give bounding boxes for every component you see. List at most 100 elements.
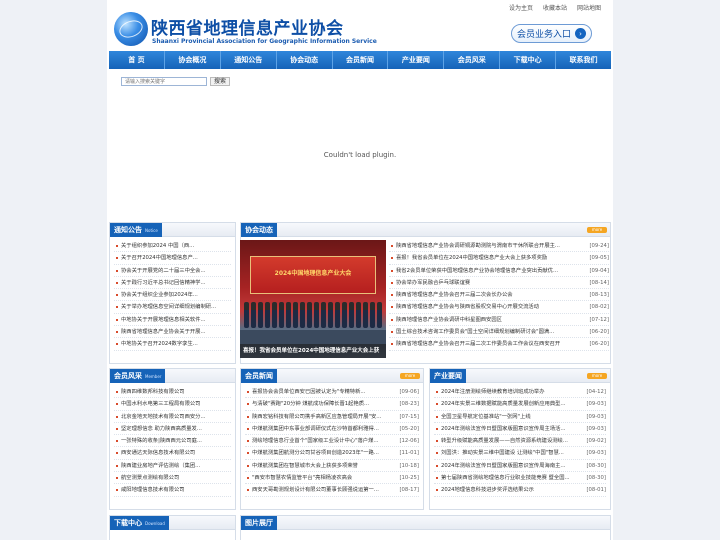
notice-item-title[interactable]: 协会关于组织企业参加2024年... (121, 289, 198, 300)
notice-item-title[interactable]: 关于举办地理信息空间详细规划编制研... (121, 301, 216, 312)
notice-item-title[interactable]: 协会关于开展党的二十届三中全会... (121, 265, 206, 276)
notice-item-title[interactable]: 关于召开2024中国地理信息产... (121, 252, 198, 263)
member-style-item-title[interactable]: 北京金地天地技术有限公司西安分... (121, 411, 206, 422)
notice-item[interactable]: 关于召开2024中国地理信息产... (114, 252, 231, 265)
member-news-item-title[interactable]: 测绘地理信息行业首个"国家级工业设计中心"落户煤... (252, 435, 378, 446)
dynamics-item[interactable]: 陕西省地理信息产业协会调研铜源勘测院与渭南市干休所联合开展主... [09-24] (389, 240, 609, 253)
nav-home[interactable]: 首 页 (109, 51, 165, 69)
member-style-item-title[interactable]: 中国水利水电第三工程局有限公司 (121, 398, 200, 409)
dynamics-item-title[interactable]: 陕西省地理信息产业协会召开三届二次工作委员会工作会议在西安召开 (396, 338, 560, 349)
industry-news-item-title[interactable]: 全国卫星导航定位基准站"一张网"上线 (441, 411, 531, 422)
member-style-item-title[interactable]: 一张特殊的收条|陕西西元公司庭... (121, 435, 202, 446)
dynamics-item-title[interactable]: 协会举办军民融合乒乓球联谊赛 (396, 277, 470, 288)
member-style-item-title[interactable]: 西安通达天际信息技术有限公司 (121, 447, 195, 458)
dynamics-item[interactable]: 国土综合技术咨询工作委员会"国土空间详细规划编制研讨会"圆满... [06-20] (389, 326, 609, 339)
member-style-item[interactable]: 一张特殊的收条|陕西西元公司庭... (114, 435, 231, 448)
dynamics-item[interactable]: 陕西省地理信息产业协会与陕西省股权交易中心开展交流活动 [08-02] (389, 301, 609, 314)
industry-news-item-title[interactable]: 转型升级赋能高质量发展——自然资源系统建设测绘... (441, 435, 568, 446)
dynamics-item-title[interactable]: 我省2会员单位荣获中国地理信息产业协会地理信息产业突出贡献优... (396, 265, 558, 276)
industry-news-item[interactable]: 第七届陕西省测绘地理信息行业职业技能竞赛 暨全国... [08-30] (434, 472, 606, 485)
notice-item[interactable]: 中地协关于召开2024数字孪生... (114, 338, 231, 351)
member-news-item[interactable]: "西安市智慧农情监管平台"亮相杨凌农高会 [10-25] (245, 472, 419, 485)
dynamics-item-title[interactable]: 陕西省地理信息产业协会调研铜源勘测院与渭南市干休所联合开展主... (396, 240, 560, 251)
member-entry-button[interactable]: 会员业务入口 › (511, 24, 592, 43)
member-style-item-title[interactable]: 咸阳地理信息技术有限公司 (121, 484, 185, 495)
member-style-item[interactable]: 北京金地天地技术有限公司西安分... (114, 411, 231, 423)
dynamics-item[interactable]: 我省2会员单位荣获中国地理信息产业协会地理信息产业突出贡献优... [09-04] (389, 265, 609, 277)
member-style-item[interactable]: 坚定理想信念 助力陕西高质量发... (114, 423, 231, 436)
member-style-item[interactable]: 咸阳地理信息技术有限公司 (114, 484, 231, 497)
dynamics-item[interactable]: 陕西省地理信息产业协会召开三届二次工作委员会工作会议在西安召开 [06-20] (389, 338, 609, 351)
member-news-item-title[interactable]: 陕西宏铭科技有限公司携手高新区应急管理局开展"安... (252, 411, 381, 422)
notice-item-title[interactable]: 陕西省地理信息产业协会关于开展... (121, 326, 206, 337)
member-news-item[interactable]: 与清破"赛跑"20分钟 煤航成功保障长晋1起艳质... [08-23] (245, 398, 419, 411)
member-news-item[interactable]: 中煤航测集团中东事业部调研仪式在沙特首都利雅得... [05-20] (245, 423, 419, 436)
nav-industry-news[interactable]: 产业要闻 (388, 51, 445, 69)
member-news-item-title[interactable]: 中煤航测集团中东事业部调研仪式在沙特首都利雅得... (252, 423, 379, 434)
industry-news-item[interactable]: 全国卫星导航定位基准站"一张网"上线 [09-03] (434, 411, 606, 423)
dynamics-item[interactable]: 协会举办军民融合乒乓球联谊赛 [08-14] (389, 277, 609, 290)
dynamics-item[interactable]: 陕西省地理信息产业协会召开三届二次会长办公会 [08-13] (389, 289, 609, 302)
member-style-item-title[interactable]: 航空测景点测绘有限公司 (121, 472, 179, 483)
industry-news-item[interactable]: 转型升级赋能高质量发展——自然资源系统建设测绘... [09-02] (434, 435, 606, 448)
industry-news-item-title[interactable]: 2024年注册测绘师继续教育培训班成功举办 (441, 386, 545, 397)
member-style-item[interactable]: 西安通达天际信息技术有限公司 (114, 447, 231, 460)
nav-dynamics[interactable]: 协会动态 (277, 51, 333, 69)
member-news-item[interactable]: 喜报协会会员单位西安已因被认定为"专精特新... [09-06] (245, 386, 419, 399)
notice-item[interactable]: 关于组织参加2024 中国（西... (114, 240, 231, 253)
industry-news-item-title[interactable]: 2024年测绘法宣传日暨国家版图意识宣传周海南主... (441, 460, 565, 471)
dynamics-item-title[interactable]: 陕西省地理信息产业协会召开三届二次会长办公会 (396, 289, 513, 300)
nav-about[interactable]: 协会概况 (165, 51, 221, 69)
industry-news-item-title[interactable]: 2024地理信息科技进步奖评选结果公示 (441, 484, 534, 495)
industry-news-item[interactable]: 2024年注册测绘师继续教育培训班成功举办 [04-12] (434, 386, 606, 399)
dynamics-item-title[interactable]: 国土综合技术咨询工作委员会"国土空间详细规划编制研讨会"圆满... (396, 326, 554, 337)
member-style-item-title[interactable]: 陕西四维数邦科技有限公司 (121, 386, 185, 397)
member-news-item[interactable]: 陕西宏铭科技有限公司携手高新区应急管理局开展"安... [07-15] (245, 411, 419, 423)
member-style-item-title[interactable]: 陕西建业房地产评估测绘（集团... (121, 460, 200, 471)
dynamics-item-title[interactable]: 陕西省地理信息产业协会与陕西省股权交易中心开展交流活动 (396, 301, 539, 312)
notice-item[interactable]: 协会关于开展党的二十届三中全会... (114, 265, 231, 277)
search-input[interactable] (121, 77, 207, 86)
sitemap-link[interactable]: 网站地图 (577, 3, 601, 12)
industry-news-item-title[interactable]: 刘国洪：推动实景三维中国建设 让测绘"中国"智慧... (441, 447, 564, 458)
nav-download[interactable]: 下载中心 (500, 51, 557, 69)
dynamics-more-button[interactable]: more (587, 227, 607, 233)
nav-member-style[interactable]: 会员风采 (444, 51, 501, 69)
dynamics-item-title[interactable]: 喜报！我省会员单位在2024中国地理信息产业大会上获多项奖励 (396, 252, 547, 263)
industry-news-item-title[interactable]: 2024年测绘法宣传日暨国家版图意识宣传周主场活... (441, 423, 565, 434)
member-style-item[interactable]: 航空测景点测绘有限公司 (114, 472, 231, 485)
member-news-item-title[interactable]: 中煤航测集团航测分公司甘谷项目创造2023年"一路... (252, 447, 379, 458)
dynamics-item[interactable]: 喜报！我省会员单位在2024中国地理信息产业大会上获多项奖励 [09-05] (389, 252, 609, 265)
industry-news-item[interactable]: 2024地理信息科技进步奖评选结果公示 [08-01] (434, 484, 606, 497)
photo-caption[interactable]: 喜报！我省会员单位在2024中国地理信息产业大会上获 (240, 344, 386, 358)
notice-item[interactable]: 陕西省地理信息产业协会关于开展... (114, 326, 231, 339)
member-news-item[interactable]: 中煤航测集团航测分公司甘谷项目创造2023年"一路... [11-01] (245, 447, 419, 460)
notice-item-title[interactable]: 中地协关于召开2024数字孪生... (121, 338, 198, 349)
notice-item[interactable]: 关于举办地理信息空间详细规划编制研... (114, 301, 231, 314)
member-style-item[interactable]: 陕西建业房地产评估测绘（集团... (114, 460, 231, 473)
member-news-item[interactable]: 中煤航测集团在智慧城市大会上获获多项荣誉 [10-18] (245, 460, 419, 473)
industry-news-item[interactable]: 2024年测绘法宣传日暨国家版图意识宣传周海南主... [08-30] (434, 460, 606, 473)
member-style-item[interactable]: 陕西四维数邦科技有限公司 (114, 386, 231, 399)
nav-member-news[interactable]: 会员新闻 (333, 51, 389, 69)
nav-contact[interactable]: 联系我们 (556, 51, 611, 69)
dynamics-item-title[interactable]: 陕西地理信息产业协会调研中科星图西安园区 (396, 314, 502, 325)
industry-news-item-title[interactable]: 2024年实景三维数据赋能高质量发展创新应用典型... (441, 398, 565, 409)
notice-item[interactable]: 协会关于组织企业参加2024年... (114, 289, 231, 302)
member-news-item-title[interactable]: 喜报协会会员单位西安已因被认定为"专精特新... (252, 386, 365, 397)
notice-item-title[interactable]: 关于践行习近平总书记回信精神学... (121, 277, 206, 288)
search-button[interactable]: 搜索 (210, 77, 231, 86)
bookmark-link[interactable]: 收藏本站 (543, 3, 567, 12)
industry-news-item-title[interactable]: 第七届陕西省测绘地理信息行业职业技能竞赛 暨全国... (441, 472, 570, 483)
notice-item[interactable]: 中地协关于开展地理信息相关软件... (114, 314, 231, 327)
industry-news-item[interactable]: 刘国洪：推动实景三维中国建设 让测绘"中国"智慧... [09-03] (434, 447, 606, 460)
notice-item[interactable]: 关于践行习近平总书记回信精神学... (114, 277, 231, 290)
member-news-item-title[interactable]: "西安市智慧农情监管平台"亮相杨凌农高会 (252, 472, 352, 483)
member-news-item-title[interactable]: 与清破"赛跑"20分钟 煤航成功保障长晋1起艳质... (252, 398, 369, 409)
industry-news-item[interactable]: 2024年实景三维数据赋能高质量发展创新应用典型... [09-03] (434, 398, 606, 411)
member-news-item[interactable]: 测绘地理信息行业首个"国家级工业设计中心"落户煤... [12-06] (245, 435, 419, 448)
notice-item-title[interactable]: 中地协关于开展地理信息相关软件... (121, 314, 206, 325)
industry-news-item[interactable]: 2024年测绘法宣传日暨国家版图意识宣传周主场活... [09-03] (434, 423, 606, 436)
dynamics-item[interactable]: 陕西地理信息产业协会调研中科星图西安园区 [07-12] (389, 314, 609, 327)
news-photo[interactable]: 2024中国地理信息产业大会 喜报！我省会员单位在2024中国地理信息产业大会上… (240, 240, 386, 358)
